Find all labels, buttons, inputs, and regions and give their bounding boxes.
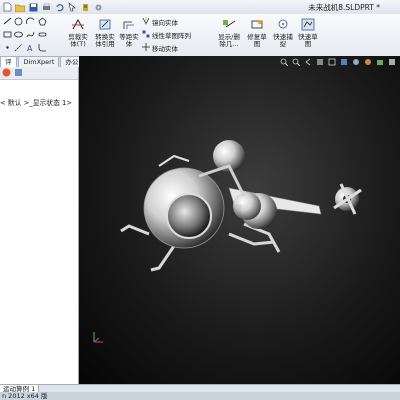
open-folder-icon[interactable] [15, 2, 25, 12]
repair-sketch-label: 修复草 图 [247, 32, 267, 48]
rebuild-icon[interactable] [80, 2, 90, 12]
move-icon [142, 43, 150, 53]
graphics-viewport[interactable] [79, 56, 400, 384]
linear-pattern-button[interactable]: 线性草图阵列 [142, 30, 191, 40]
save-icon[interactable] [28, 2, 38, 12]
move-entities-button[interactable]: 移动实体 [142, 43, 178, 53]
line-tool[interactable] [3, 17, 12, 25]
command-manager-tabs: 评估 DimXpert 办公室产品 [0, 56, 90, 88]
mirror-icon [142, 17, 150, 27]
quick-snaps-button[interactable]: 快速捕 捉 [272, 18, 294, 49]
panel-toolbar [0, 67, 78, 80]
mirror-entities-label: 镜向实体 [152, 19, 178, 27]
quick-snaps-label: 快速捕 捉 [273, 32, 293, 48]
rectangle-tool[interactable] [3, 30, 12, 39]
configuration-label[interactable]: < 默认 >_显示状态 1> [0, 97, 72, 107]
display-delete-relations-label: 显示/删 除几... [218, 32, 240, 48]
point-tool[interactable] [3, 43, 12, 52]
convert-entities-label: 转换实 体引用 [95, 32, 115, 48]
quick-access-toolbar [0, 0, 103, 14]
trim-entities-label: 剪裁实 体(T) [68, 32, 88, 48]
status-bar: n 2012 x64 版 [0, 392, 400, 400]
feature-manager-icon[interactable] [2, 68, 11, 79]
command-manager-ribbon: A 剪裁实 体(T) 转换实 体引用 等距实 体 镜向实体 线性草图阵列 移动实… [0, 14, 400, 57]
repair-sketch-button[interactable]: 修复草 图 [246, 18, 268, 49]
feature-manager-panel: < 默认 >_显示状态 1> [0, 67, 79, 384]
arc-tool[interactable] [26, 17, 35, 26]
ellipse-tool[interactable] [14, 30, 23, 39]
offset-entities-icon [122, 18, 136, 34]
rapid-sketch-icon [301, 18, 315, 34]
options-gear-icon[interactable] [93, 2, 103, 12]
linear-pattern-label: 线性草图阵列 [152, 32, 191, 40]
display-delete-relations-button[interactable]: 显示/删 除几... [214, 18, 244, 49]
fillet-sketch-tool[interactable] [38, 43, 47, 52]
rapid-sketch-button[interactable]: 快速草 图 [296, 18, 320, 49]
text-tool[interactable]: A [26, 43, 35, 52]
undo-icon[interactable] [54, 2, 64, 12]
slot-tool[interactable] [38, 30, 47, 39]
convert-entities-button[interactable]: 转换实 体引用 [92, 18, 118, 49]
svg-text:A: A [27, 44, 33, 52]
rapid-sketch-label: 快速草 图 [298, 32, 318, 48]
property-manager-icon[interactable] [14, 68, 23, 79]
repair-sketch-icon [250, 18, 264, 34]
aircraft-3d-model [120, 140, 362, 272]
circle-tool[interactable] [14, 17, 23, 26]
new-document-icon[interactable] [2, 2, 12, 12]
print-icon[interactable] [41, 2, 51, 12]
mirror-entities-button[interactable]: 镜向实体 [142, 17, 178, 27]
trim-icon [71, 18, 85, 34]
linear-pattern-icon [142, 30, 150, 40]
coordinate-triad-icon [93, 332, 103, 343]
spline-tool[interactable] [26, 30, 35, 39]
select-pointer-icon[interactable] [67, 2, 77, 12]
relations-icon [222, 18, 236, 34]
title-bar: 未来战机8.SLDPRT * [0, 0, 400, 15]
move-entities-label: 移动实体 [152, 45, 178, 53]
quick-snaps-icon [276, 18, 290, 34]
document-title: 未来战机8.SLDPRT * [308, 3, 380, 12]
offset-entities-button[interactable]: 等距实 体 [118, 18, 140, 49]
convert-entities-icon [98, 18, 112, 34]
centerline-tool[interactable] [14, 43, 23, 52]
polygon-tool[interactable] [38, 17, 47, 26]
offset-entities-label: 等距实 体 [119, 32, 139, 48]
trim-entities-button[interactable]: 剪裁实 体(T) [66, 18, 90, 49]
